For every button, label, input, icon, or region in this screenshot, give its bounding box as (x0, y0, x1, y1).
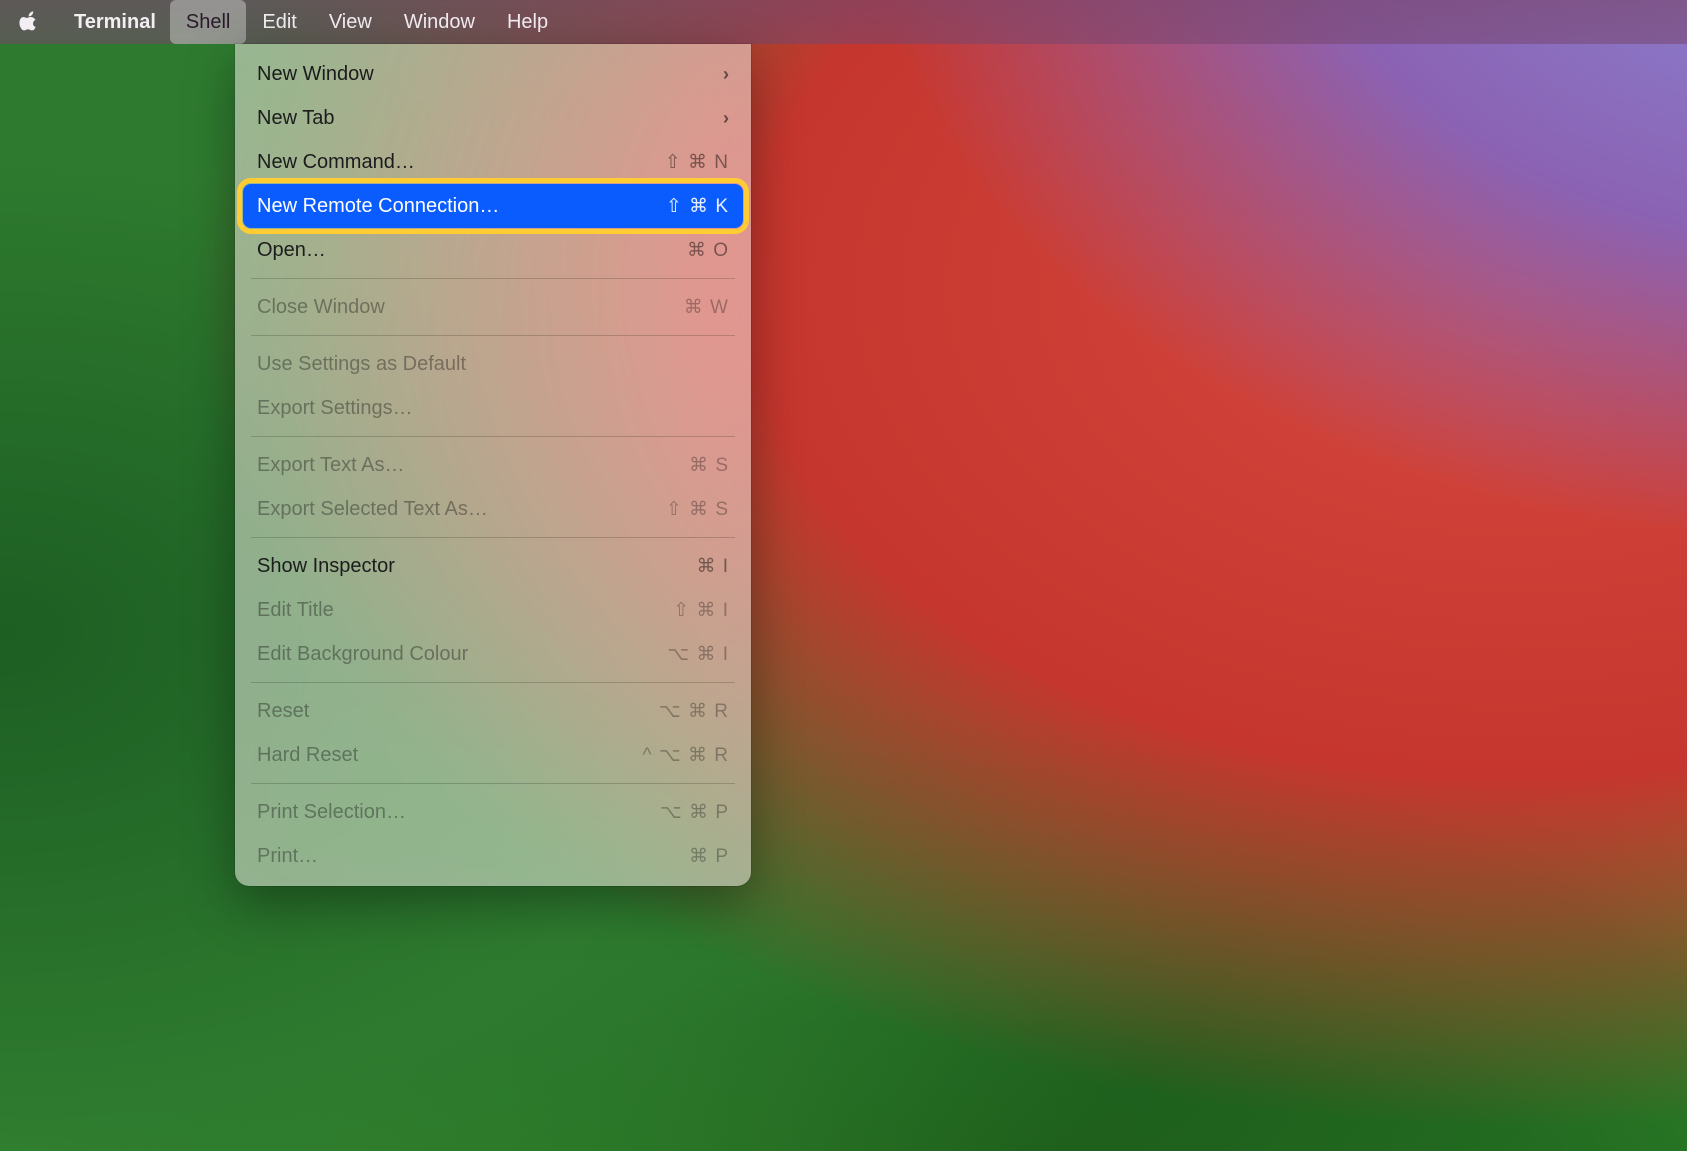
menu-item-new-tab[interactable]: New Tab › (243, 96, 743, 140)
menu-item-reset: Reset ⌥ ⌘ R (243, 689, 743, 733)
menubar: Terminal ShellEditViewWindowHelp (0, 0, 1687, 44)
shell-menu-dropdown: New Window›New Tab›New Command…⇧ ⌘ NNew … (235, 44, 751, 886)
menu-item-shortcut: ⌥ ⌘ P (660, 801, 729, 824)
menu-item-shortcut: ⌘ W (684, 296, 729, 319)
apple-menu-icon[interactable] (18, 10, 42, 34)
menu-item-shortcut: ^ ⌥ ⌘ R (643, 744, 729, 767)
menubar-item-window[interactable]: Window (388, 0, 491, 44)
menu-item-label: New Window (257, 63, 374, 86)
menu-item-shortcut: ⌥ ⌘ R (659, 700, 729, 723)
menu-item-label: New Tab (257, 107, 334, 130)
menu-separator (251, 278, 735, 279)
menu-item-label: Print… (257, 845, 318, 868)
menu-item-close-window: Close Window ⌘ W (243, 285, 743, 329)
menu-item-shortcut: ⇧ ⌘ K (666, 195, 729, 218)
menu-item-shortcut: ⌘ S (689, 454, 729, 477)
menu-separator (251, 783, 735, 784)
menu-item-label: Reset (257, 700, 309, 723)
menu-separator (251, 436, 735, 437)
menu-item-show-inspector[interactable]: Show Inspector ⌘ I (243, 544, 743, 588)
menu-item-shortcut: ⌥ ⌘ I (667, 643, 729, 666)
menu-item-print-selection: Print Selection… ⌥ ⌘ P (243, 790, 743, 834)
menu-item-label: Export Selected Text As… (257, 498, 488, 521)
menu-item-export-settings: Export Settings… (243, 386, 743, 430)
menu-item-shortcut: ⇧ ⌘ S (666, 498, 729, 521)
menu-item-label: Edit Title (257, 599, 334, 622)
chevron-right-icon: › (723, 64, 729, 85)
menu-item-shortcut: ⌘ P (689, 845, 729, 868)
menubar-item-shell[interactable]: Shell (170, 0, 246, 44)
menu-item-open[interactable]: Open… ⌘ O (243, 228, 743, 272)
menu-item-label: Close Window (257, 296, 385, 319)
menu-item-label: Export Text As… (257, 454, 404, 477)
menu-item-shortcut: ⇧ ⌘ I (673, 599, 729, 622)
menu-item-label: Export Settings… (257, 397, 413, 420)
menubar-item-view[interactable]: View (313, 0, 388, 44)
menu-item-edit-background-colour: Edit Background Colour ⌥ ⌘ I (243, 632, 743, 676)
menubar-item-help[interactable]: Help (491, 0, 564, 44)
menu-item-label: Print Selection… (257, 801, 406, 824)
menu-item-print: Print… ⌘ P (243, 834, 743, 878)
menu-item-shortcut: ⌘ O (687, 239, 729, 262)
menu-item-label: Use Settings as Default (257, 353, 466, 376)
menu-separator (251, 335, 735, 336)
menu-item-shortcut: ⇧ ⌘ N (665, 151, 729, 174)
chevron-right-icon: › (723, 108, 729, 129)
menu-item-use-settings-as-default: Use Settings as Default (243, 342, 743, 386)
menu-item-label: Hard Reset (257, 744, 358, 767)
menu-item-label: Edit Background Colour (257, 643, 468, 666)
menu-item-shortcut: ⌘ I (696, 555, 729, 578)
menu-item-label: New Command… (257, 151, 415, 174)
menubar-app-name[interactable]: Terminal (60, 0, 170, 44)
menubar-item-edit[interactable]: Edit (246, 0, 312, 44)
menu-item-new-window[interactable]: New Window › (243, 52, 743, 96)
menu-separator (251, 537, 735, 538)
menu-separator (251, 682, 735, 683)
menu-item-export-text-as: Export Text As… ⌘ S (243, 443, 743, 487)
menu-item-edit-title: Edit Title ⇧ ⌘ I (243, 588, 743, 632)
menu-item-label: New Remote Connection… (257, 195, 499, 218)
menu-item-label: Open… (257, 239, 326, 262)
menu-item-new-remote-connection[interactable]: New Remote Connection… ⇧ ⌘ K (243, 184, 743, 228)
menu-item-label: Show Inspector (257, 555, 395, 578)
menu-item-hard-reset: Hard Reset ^ ⌥ ⌘ R (243, 733, 743, 777)
menu-item-new-command[interactable]: New Command… ⇧ ⌘ N (243, 140, 743, 184)
menu-item-export-selected-text-as: Export Selected Text As… ⇧ ⌘ S (243, 487, 743, 531)
